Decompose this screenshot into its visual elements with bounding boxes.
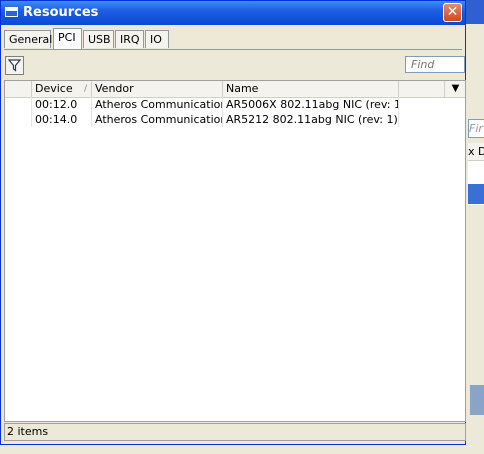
tab-divider bbox=[4, 49, 462, 50]
cell-vendor: Atheros Communications... bbox=[92, 112, 223, 127]
filter-button[interactable] bbox=[5, 56, 24, 75]
cell-device: 00:14.0 bbox=[32, 112, 92, 127]
item-count: 2 items bbox=[7, 425, 49, 438]
table-row[interactable]: 00:14.0 Atheros Communications... AR5212… bbox=[5, 112, 465, 127]
column-header-device[interactable]: Device / bbox=[32, 81, 92, 97]
cell-device: 00:12.0 bbox=[32, 97, 92, 112]
close-button[interactable]: ✕ bbox=[443, 3, 462, 22]
title-bar[interactable]: Resources ✕ bbox=[1, 1, 465, 25]
column-label-device: Device bbox=[35, 82, 73, 95]
column-header-name[interactable]: Name bbox=[223, 81, 399, 97]
find-input[interactable] bbox=[405, 56, 465, 73]
background-column-header: x D bbox=[468, 143, 484, 161]
cell-vendor: Atheros Communications... bbox=[92, 97, 223, 112]
header-spacer bbox=[5, 81, 32, 97]
column-menu-button[interactable]: ▼ bbox=[446, 81, 465, 97]
column-header-vendor[interactable]: Vendor bbox=[92, 81, 223, 97]
background-scrollbar[interactable] bbox=[470, 385, 484, 415]
cell-name: AR5006X 802.11abg NIC (rev: 1) bbox=[223, 97, 399, 112]
background-window-titlebar bbox=[466, 0, 484, 24]
cell-name: AR5212 802.11abg NIC (rev: 1) bbox=[223, 112, 399, 127]
column-label-name: Name bbox=[226, 82, 259, 95]
close-icon: ✕ bbox=[446, 4, 459, 20]
window-icon bbox=[5, 7, 18, 17]
pci-table: Device / Vendor Name ▼ 00:12.0 Atheros C… bbox=[4, 80, 466, 422]
row-spacer bbox=[5, 97, 32, 112]
row-spacer bbox=[5, 112, 32, 127]
table-header: Device / Vendor Name ▼ bbox=[5, 81, 465, 98]
tab-irq[interactable]: IRQ bbox=[115, 30, 144, 48]
background-find-field[interactable]: Fir bbox=[468, 119, 484, 138]
window-title: Resources bbox=[23, 5, 99, 20]
column-label-vendor: Vendor bbox=[95, 82, 134, 95]
tab-io[interactable]: IO bbox=[145, 30, 169, 48]
tab-general[interactable]: General bbox=[4, 30, 52, 48]
background-selected-row[interactable] bbox=[468, 184, 484, 204]
filter-icon bbox=[7, 59, 22, 72]
dropdown-arrow-icon: ▼ bbox=[451, 83, 460, 94]
sort-indicator-icon: / bbox=[83, 84, 87, 94]
tab-usb[interactable]: USB bbox=[83, 30, 114, 48]
tab-pci[interactable]: PCI bbox=[53, 28, 82, 49]
column-header-empty bbox=[399, 81, 445, 97]
resources-window: Resources ✕ General PCI USB IRQ IO Devic… bbox=[0, 0, 466, 445]
table-row[interactable]: 00:12.0 Atheros Communications... AR5006… bbox=[5, 97, 465, 112]
status-bar: 2 items bbox=[4, 423, 466, 441]
